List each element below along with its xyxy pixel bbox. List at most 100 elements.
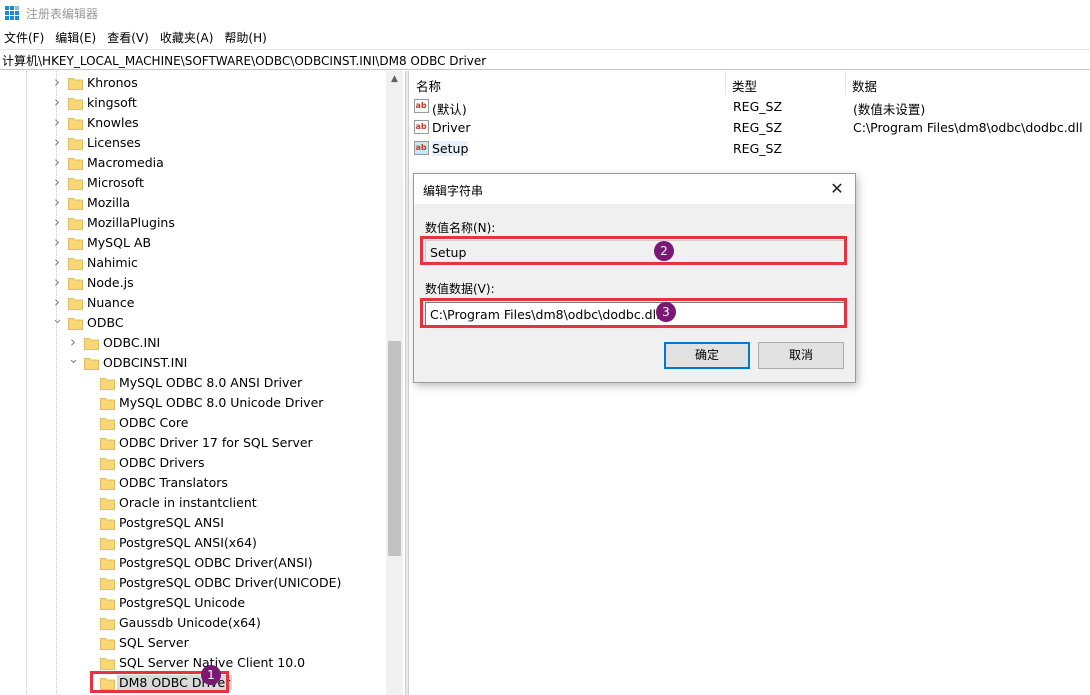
- tree-item[interactable]: › Nuance: [0, 293, 386, 313]
- tree-item[interactable]: SQL Server: [0, 633, 386, 653]
- column-name-header[interactable]: 名称: [410, 71, 726, 95]
- title-bar: 注册表编辑器: [0, 0, 1090, 26]
- scroll-up-arrow-icon[interactable]: ▲: [386, 71, 403, 88]
- menu-edit[interactable]: 编辑(E): [51, 27, 103, 47]
- tree-item[interactable]: › Knowles: [0, 113, 386, 133]
- address-bar[interactable]: 计算机\HKEY_LOCAL_MACHINE\SOFTWARE\ODBC\ODB…: [0, 49, 1090, 70]
- tree-item[interactable]: Gaussdb Unicode(x64): [0, 613, 386, 633]
- tree-item-label: Nuance: [87, 295, 135, 310]
- tree-item[interactable]: › Khronos: [0, 73, 386, 93]
- chevron-down-icon[interactable]: ⌄: [68, 353, 79, 368]
- value-data-input[interactable]: C:\Program Files\dm8\odbc\dodbc.dll: [425, 302, 845, 326]
- value-data: (数值未设置): [853, 102, 926, 117]
- window-title: 注册表编辑器: [26, 7, 99, 21]
- ok-button[interactable]: 确定: [664, 342, 750, 369]
- value-row[interactable]: ab (默认) REG_SZ (数值未设置): [410, 96, 1090, 117]
- tree-item[interactable]: MySQL ODBC 8.0 ANSI Driver: [0, 373, 386, 393]
- chevron-right-icon[interactable]: ›: [52, 95, 62, 110]
- annotation-badge-2: 2: [654, 241, 674, 261]
- tree-item[interactable]: › ODBC.INI: [0, 333, 386, 353]
- tree-item-label: Macromedia: [87, 155, 164, 170]
- tree-item[interactable]: PostgreSQL Unicode: [0, 593, 386, 613]
- menu-favorites[interactable]: 收藏夹(A): [156, 27, 221, 47]
- annotation-badge-3: 3: [656, 302, 676, 322]
- folder-icon: [68, 78, 83, 90]
- column-data-header[interactable]: 数据: [846, 71, 1090, 95]
- value-name: (默认): [432, 102, 467, 117]
- tree-item[interactable]: ⌄ ODBC: [0, 313, 386, 333]
- tree-item[interactable]: › Mozilla: [0, 193, 386, 213]
- value-name-field[interactable]: Setup: [425, 240, 845, 264]
- menu-file[interactable]: 文件(F): [0, 27, 51, 47]
- scrollbar-thumb[interactable]: [388, 341, 401, 556]
- tree-item[interactable]: ODBC Translators: [0, 473, 386, 493]
- registry-editor-icon: [5, 6, 19, 20]
- tree-item[interactable]: ODBC Driver 17 for SQL Server: [0, 433, 386, 453]
- value-type: REG_SZ: [733, 99, 783, 114]
- menu-view[interactable]: 查看(V): [103, 27, 156, 47]
- tree-item[interactable]: PostgreSQL ANSI(x64): [0, 533, 386, 553]
- tree-scrollbar[interactable]: ▲: [386, 71, 403, 695]
- tree-item[interactable]: MySQL ODBC 8.0 Unicode Driver: [0, 393, 386, 413]
- tree-item[interactable]: › kingsoft: [0, 93, 386, 113]
- tree-item-label: ODBC Drivers: [119, 455, 205, 470]
- folder-icon: [84, 358, 99, 370]
- value-list[interactable]: 名称 类型 数据 ab (默认) REG_SZ (数值未设置) ab Driver REG_…: [410, 71, 1090, 695]
- pane-splitter[interactable]: [405, 71, 409, 695]
- folder-icon: [68, 318, 83, 330]
- tree-item[interactable]: ⌄ ODBCINST.INI: [0, 353, 386, 373]
- folder-icon: [84, 338, 99, 350]
- folder-icon: [100, 458, 115, 470]
- tree-item[interactable]: PostgreSQL ANSI: [0, 513, 386, 533]
- value-row[interactable]: ab Driver REG_SZ C:\Program Files\dm8\odbc\…: [410, 117, 1090, 138]
- tree-item-label: kingsoft: [87, 95, 137, 110]
- menu-help[interactable]: 帮助(H): [220, 27, 273, 47]
- tree-item[interactable]: › MySQL AB: [0, 233, 386, 253]
- value-data: C:\Program Files\dm8\odbc\dodbc.dll: [853, 120, 1083, 135]
- value-row[interactable]: ab Setup REG_SZ: [410, 138, 1090, 159]
- chevron-right-icon[interactable]: ›: [52, 175, 62, 190]
- chevron-right-icon[interactable]: ›: [52, 255, 62, 270]
- tree-item[interactable]: DM8 ODBC Driver: [0, 673, 386, 693]
- tree-item-label: ODBC Driver 17 for SQL Server: [119, 435, 313, 450]
- tree-item[interactable]: › Licenses: [0, 133, 386, 153]
- tree-item-label: MySQL ODBC 8.0 Unicode Driver: [119, 395, 324, 410]
- tree-item[interactable]: PostgreSQL ODBC Driver(UNICODE): [0, 573, 386, 593]
- chevron-right-icon[interactable]: ›: [52, 155, 62, 170]
- folder-icon: [100, 618, 115, 630]
- chevron-right-icon[interactable]: ›: [52, 275, 62, 290]
- tree-item[interactable]: PostgreSQL ODBC Driver(ANSI): [0, 553, 386, 573]
- edit-string-dialog: 编辑字符串 ✕ 数值名称(N): Setup 数值数据(V): C:\Progr…: [413, 173, 856, 383]
- chevron-right-icon[interactable]: ›: [52, 195, 62, 210]
- list-header: 名称 类型 数据: [410, 71, 1090, 95]
- tree-item[interactable]: ODBC Drivers: [0, 453, 386, 473]
- chevron-right-icon[interactable]: ›: [52, 215, 62, 230]
- tree-item[interactable]: › Nahimic: [0, 253, 386, 273]
- tree-item-label: Licenses: [87, 135, 141, 150]
- tree-item[interactable]: SQL Server Native Client 10.0: [0, 653, 386, 673]
- tree-item-label: PostgreSQL Unicode: [119, 595, 246, 610]
- tree-item[interactable]: › MozillaPlugins: [0, 213, 386, 233]
- chevron-right-icon[interactable]: ›: [52, 295, 62, 310]
- chevron-right-icon[interactable]: ›: [52, 135, 62, 150]
- chevron-right-icon[interactable]: ›: [52, 235, 62, 250]
- folder-icon: [68, 178, 83, 190]
- tree-item-label: PostgreSQL ODBC Driver(UNICODE): [119, 575, 342, 590]
- chevron-right-icon[interactable]: ›: [68, 335, 78, 350]
- cancel-button[interactable]: 取消: [758, 342, 844, 369]
- tree-item[interactable]: › Node.js: [0, 273, 386, 293]
- folder-icon: [68, 158, 83, 170]
- tree-item[interactable]: › Macromedia: [0, 153, 386, 173]
- tree-item-label: ODBC: [87, 315, 124, 330]
- key-tree[interactable]: › Khronos › kingsoft › Knowles › Licenses › Macro…: [0, 71, 403, 695]
- tree-item[interactable]: Oracle in instantclient: [0, 493, 386, 513]
- chevron-right-icon[interactable]: ›: [52, 115, 62, 130]
- folder-icon: [68, 218, 83, 230]
- tree-item[interactable]: ODBC Core: [0, 413, 386, 433]
- tree-item[interactable]: › Microsoft: [0, 173, 386, 193]
- chevron-right-icon[interactable]: ›: [52, 75, 62, 90]
- value-data-label: 数值数据(V):: [425, 282, 495, 296]
- column-type-header[interactable]: 类型: [726, 71, 846, 95]
- chevron-down-icon[interactable]: ⌄: [52, 313, 63, 328]
- close-icon[interactable]: ✕: [825, 177, 849, 201]
